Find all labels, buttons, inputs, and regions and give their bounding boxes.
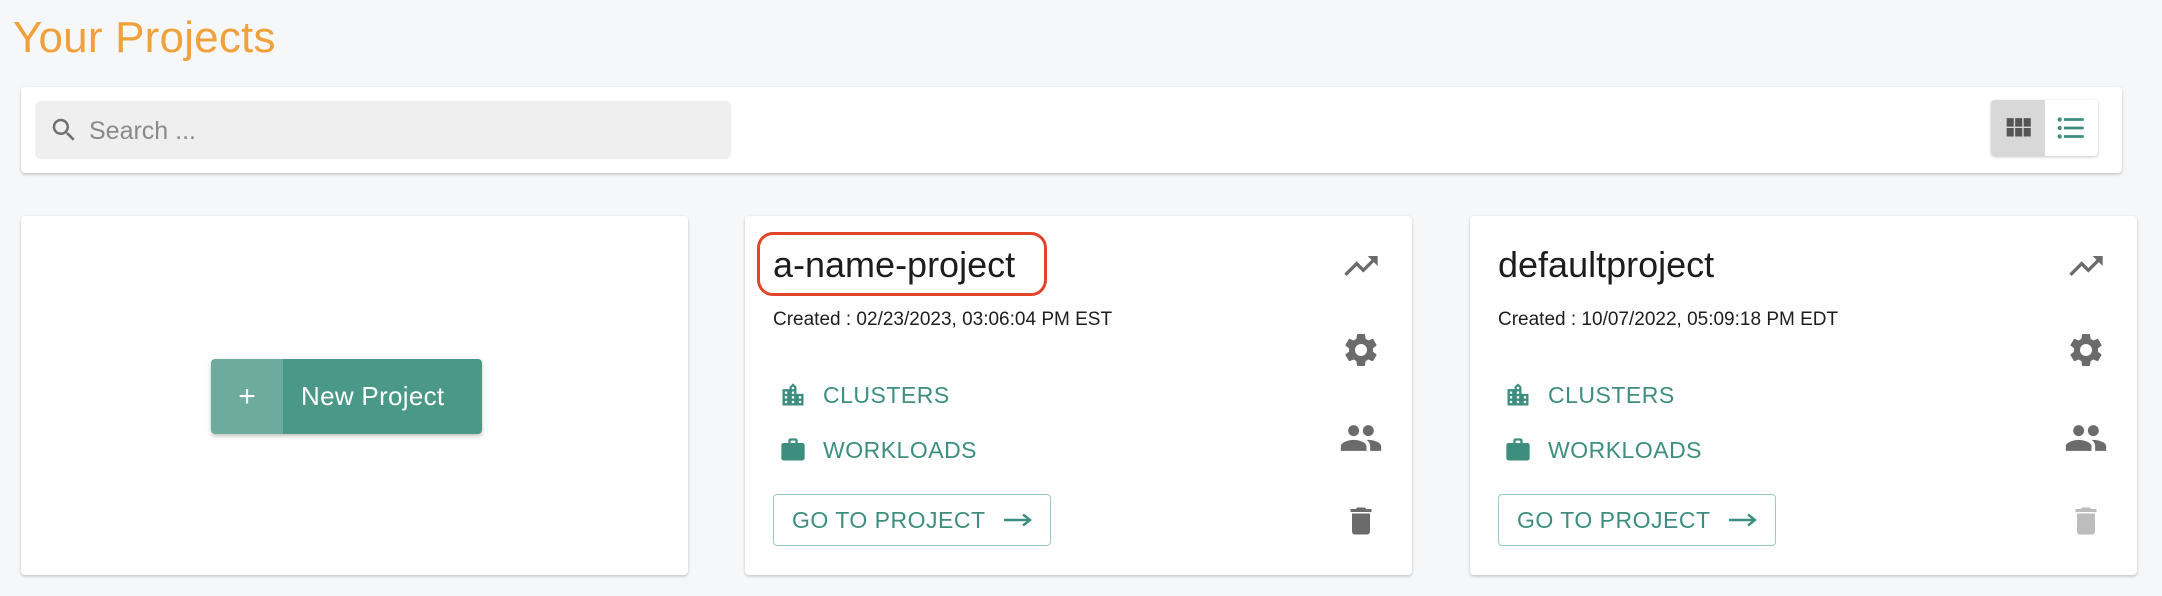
list-view-icon: [2057, 117, 2084, 139]
settings-icon[interactable]: [1341, 330, 1381, 370]
workloads-link[interactable]: WORKLOADS: [1504, 436, 1702, 464]
plus-icon: +: [211, 359, 283, 434]
trending-up-icon[interactable]: [2066, 246, 2106, 286]
briefcase-icon: [1506, 438, 1530, 461]
view-toggle: [1991, 100, 2098, 156]
project-card: a-name-project Created : 02/23/2023, 03:…: [745, 216, 1412, 575]
workloads-label: WORKLOADS: [823, 436, 978, 463]
project-name[interactable]: defaultproject: [1498, 242, 1714, 288]
building-icon: [1507, 383, 1529, 406]
search-box[interactable]: [35, 101, 731, 159]
created-date: Created : 02/23/2023, 03:06:04 PM EST: [773, 309, 1113, 330]
delete-icon[interactable]: [1343, 501, 1379, 541]
go-to-project-button[interactable]: GO TO PROJECT: [1498, 494, 1776, 546]
clusters-link[interactable]: CLUSTERS: [1504, 381, 1675, 409]
briefcase-icon: [781, 438, 805, 461]
settings-icon[interactable]: [2066, 330, 2106, 370]
new-project-button[interactable]: + New Project: [211, 359, 482, 434]
arrow-right-icon: [1728, 513, 1757, 527]
grid-view-icon: [2006, 118, 2031, 137]
new-project-card: + New Project: [21, 216, 688, 575]
people-icon[interactable]: [2064, 416, 2108, 460]
go-to-project-label: GO TO PROJECT: [792, 506, 986, 533]
people-icon[interactable]: [1339, 416, 1383, 460]
building-icon: [782, 383, 804, 406]
go-to-project-button[interactable]: GO TO PROJECT: [773, 494, 1051, 546]
new-project-label: New Project: [283, 359, 482, 434]
go-to-project-label: GO TO PROJECT: [1517, 506, 1711, 533]
created-date: Created : 10/07/2022, 05:09:18 PM EDT: [1498, 309, 1839, 330]
toolbar: [21, 87, 2122, 173]
page-title: Your Projects: [13, 13, 276, 62]
delete-icon: [2075, 507, 2097, 535]
search-icon: [52, 118, 75, 141]
clusters-label: CLUSTERS: [823, 381, 950, 408]
workloads-label: WORKLOADS: [1548, 436, 1703, 463]
clusters-label: CLUSTERS: [1548, 381, 1675, 408]
trending-up-icon[interactable]: [1341, 246, 1381, 286]
project-card: defaultproject Created : 10/07/2022, 05:…: [1470, 216, 2137, 575]
grid-view-button[interactable]: [1991, 100, 2045, 156]
project-name[interactable]: a-name-project: [773, 242, 1015, 288]
search-input[interactable]: [87, 109, 711, 153]
clusters-link[interactable]: CLUSTERS: [779, 381, 950, 409]
workloads-link[interactable]: WORKLOADS: [779, 436, 977, 464]
arrow-right-icon: [1003, 513, 1032, 527]
list-view-button[interactable]: [2045, 100, 2099, 156]
